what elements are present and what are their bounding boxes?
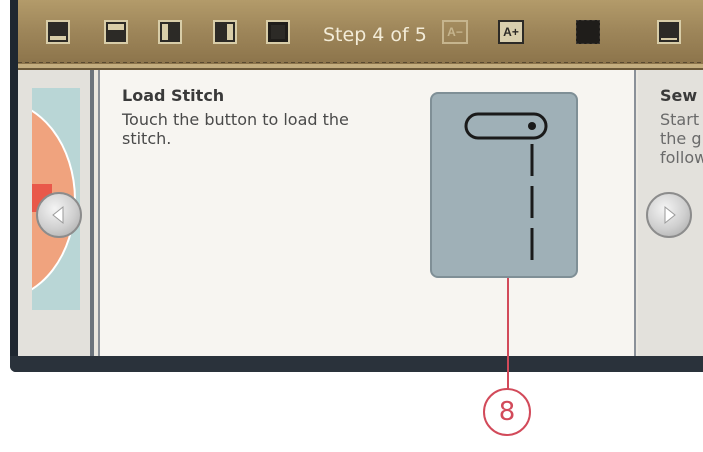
next-step-title: Sew (660, 86, 698, 105)
callout-line (507, 278, 509, 390)
step-instruction: Touch the button to load the stitch. (122, 110, 349, 148)
right-half-layout-icon (227, 24, 233, 40)
layout-full-button[interactable] (266, 20, 290, 44)
content-area: Load Stitch Touch the button to load the… (18, 70, 703, 356)
texture-toggle-button[interactable] (576, 20, 600, 44)
layout-top-half-button[interactable] (104, 20, 128, 44)
current-step-panel: Load Stitch Touch the button to load the… (98, 70, 636, 356)
bottom-half-layout-icon (50, 36, 66, 40)
top-half-layout-icon (108, 24, 124, 30)
next-step-button[interactable] (646, 192, 692, 238)
next-step-instruction: Start the g follow (660, 110, 703, 167)
layout-left-half-button[interactable] (158, 20, 182, 44)
single-view-icon (661, 38, 677, 40)
font-increase-button[interactable]: A+ (498, 20, 524, 44)
sewing-guide-screen: Step 4 of 5 A− A+ Load Stitch Touch the … (10, 0, 703, 372)
font-decrease-button[interactable]: A− (442, 20, 468, 44)
full-layout-icon (271, 25, 285, 39)
arrow-right-icon (664, 205, 676, 225)
layout-bottom-half-button[interactable] (46, 20, 70, 44)
previous-step-button[interactable] (36, 192, 82, 238)
callout-number-8: 8 (483, 388, 531, 436)
arrow-left-icon (52, 205, 64, 225)
screen-bottom-edge (10, 356, 703, 372)
single-view-button[interactable] (657, 20, 681, 44)
toolbar: Step 4 of 5 A− A+ (18, 0, 703, 70)
step-title: Load Stitch (122, 86, 225, 105)
layout-right-half-button[interactable] (213, 20, 237, 44)
load-stitch-button[interactable] (430, 92, 578, 278)
step-indicator: Step 4 of 5 (323, 24, 427, 46)
left-half-layout-icon (162, 24, 168, 40)
straight-stitch-icon (464, 112, 548, 260)
